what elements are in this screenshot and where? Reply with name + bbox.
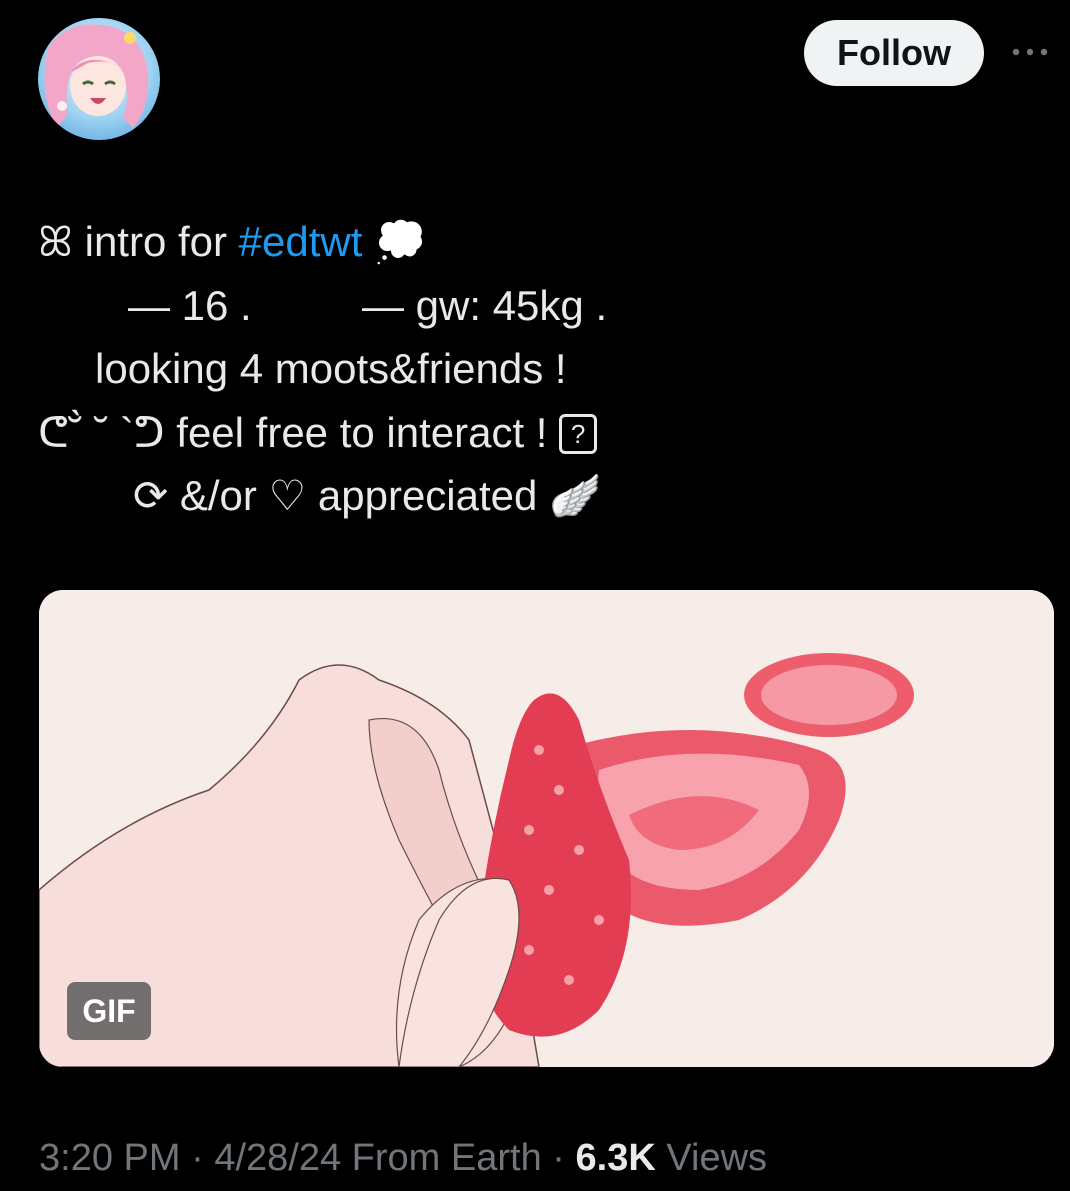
gif-badge: GIF xyxy=(67,982,151,1040)
interact-text: ᕦ˘̀ ˘ `ᕤ feel free to interact ! xyxy=(38,408,560,456)
views-label: Views xyxy=(655,1137,768,1179)
appreciated-text: ⟳ &/or ♡ appreciated 🪽 xyxy=(133,472,602,519)
intro-prefix: ꕤ intro for xyxy=(38,218,239,265)
tweet-line-1: ꕤ intro for #edtwt 💭 xyxy=(0,210,1070,274)
gw-text: — gw: 45kg . xyxy=(362,281,608,329)
tweet-time[interactable]: 3:20 PM xyxy=(39,1137,181,1179)
tweet-location: From Earth xyxy=(341,1137,542,1179)
meta-separator: · xyxy=(180,1137,215,1179)
age-text: — 16 . xyxy=(128,281,252,329)
tweet-line-3: looking 4 moots&friends ! xyxy=(0,337,1070,401)
hashtag-link[interactable]: #edtwt xyxy=(239,218,363,265)
follow-button[interactable]: Follow xyxy=(804,20,984,86)
tweet-line-4: ᕦ˘̀ ˘ `ᕤ feel free to interact ! ? xyxy=(0,401,1070,465)
tweet-line-2: — 16 . — gw: 45kg . xyxy=(0,274,1070,338)
tweet-date[interactable]: 4/28/24 xyxy=(214,1137,341,1179)
views-count: 6.3K xyxy=(575,1137,656,1179)
more-horizontal-icon[interactable] xyxy=(1008,34,1052,70)
tweet-meta: 3:20 PM · 4/28/24 From Earth · 6.3K View… xyxy=(39,1132,767,1184)
strawberry-gif-image xyxy=(39,590,1054,1067)
gif-media[interactable]: GIF xyxy=(39,590,1054,1067)
thought-bubble-emoji: 💭 xyxy=(362,218,427,265)
question-box-icon: ? xyxy=(559,413,598,454)
avatar[interactable] xyxy=(38,18,160,140)
meta-separator: · xyxy=(541,1137,576,1179)
tweet-line-5: ⟳ &/or ♡ appreciated 🪽 xyxy=(0,464,1070,528)
looking-text: looking 4 moots&friends ! xyxy=(95,345,567,392)
avatar-image xyxy=(38,18,160,140)
tweet-text: ꕤ intro for #edtwt 💭 — 16 . — gw: 45kg .… xyxy=(0,210,1070,528)
